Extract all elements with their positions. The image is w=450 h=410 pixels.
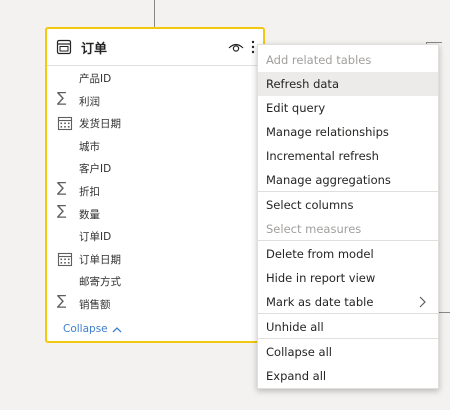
menu-item-collapse-all[interactable]: Collapse all xyxy=(258,340,438,364)
menu-separator xyxy=(258,191,438,192)
field-row[interactable]: ∑ 利润 xyxy=(47,90,263,113)
menu-item-expand-all[interactable]: Expand all xyxy=(258,364,438,388)
sigma-icon: ∑ xyxy=(57,89,67,106)
field-row[interactable]: 发货日期 xyxy=(47,112,263,135)
menu-item-mark-as-date-table[interactable]: Mark as date table xyxy=(258,290,438,314)
field-label: 利润 xyxy=(79,95,100,108)
menu-item-label: Mark as date table xyxy=(266,295,374,309)
menu-item-delete-from-model[interactable]: Delete from model xyxy=(258,242,438,266)
menu-item-label: Refresh data xyxy=(266,77,339,91)
menu-item-label: Expand all xyxy=(266,369,327,383)
menu-separator xyxy=(258,338,438,339)
chevron-right-icon xyxy=(419,296,426,308)
field-row[interactable]: 订单日期 xyxy=(47,248,263,271)
menu-item-select-columns[interactable]: Select columns xyxy=(258,193,438,217)
table-card-header[interactable]: 订单 xyxy=(47,29,263,66)
menu-item-label: Edit query xyxy=(266,101,326,115)
menu-item-label: Unhide all xyxy=(266,320,324,334)
field-row[interactable]: 城市 xyxy=(47,135,263,158)
field-label: 订单日期 xyxy=(79,253,121,266)
chevron-up-icon xyxy=(112,326,122,332)
field-label: 订单ID xyxy=(79,231,112,244)
menu-item-label: Collapse all xyxy=(266,345,332,359)
field-label: 城市 xyxy=(79,140,100,153)
field-label: 折扣 xyxy=(79,185,100,198)
menu-item-incremental-refresh[interactable]: Incremental refresh xyxy=(258,144,438,168)
table-title: 订单 xyxy=(81,42,108,57)
calendar-icon xyxy=(57,117,73,131)
menu-item-label: Delete from model xyxy=(266,247,374,261)
calendar-icon xyxy=(57,252,73,266)
field-row[interactable]: 邮寄方式 xyxy=(47,270,263,293)
menu-item-edit-query[interactable]: Edit query xyxy=(258,96,438,120)
menu-item-label: Manage aggregations xyxy=(266,173,391,187)
menu-item-label: Select columns xyxy=(266,198,354,212)
menu-item-unhide-all[interactable]: Unhide all xyxy=(258,315,438,339)
field-label: 数量 xyxy=(79,208,100,221)
collapse-link[interactable]: Collapse xyxy=(63,323,122,335)
field-row[interactable]: ∑ 数量 xyxy=(47,203,263,226)
field-label: 发货日期 xyxy=(79,118,121,131)
eye-icon[interactable] xyxy=(228,40,244,54)
menu-item-manage-aggregations[interactable]: Manage aggregations xyxy=(258,168,438,192)
table-card[interactable]: 订单 产品ID ∑ 利润发货日期城市客户ID ∑ 折扣 ∑ 数量订单ID 订单日期邮寄方式 ∑ 销… xyxy=(45,27,265,343)
menu-item-label: Select measures xyxy=(266,222,362,236)
sigma-icon: ∑ xyxy=(57,292,67,309)
more-options-icon[interactable] xyxy=(249,39,257,55)
sigma-icon: ∑ xyxy=(57,202,67,219)
menu-item-label: Incremental refresh xyxy=(266,149,379,163)
menu-item-label: Add related tables xyxy=(266,53,372,67)
field-label: 客户ID xyxy=(79,163,112,176)
collapse-label: Collapse xyxy=(63,323,108,335)
relationship-line xyxy=(154,0,155,27)
field-label: 产品ID xyxy=(79,73,112,85)
field-row[interactable]: 产品ID xyxy=(47,67,263,90)
field-row[interactable]: ∑ 折扣 xyxy=(47,180,263,203)
menu-item-select-measures: Select measures xyxy=(258,217,438,241)
field-label: 销售额 xyxy=(79,298,111,311)
menu-item-hide-in-report-view[interactable]: Hide in report view xyxy=(258,266,438,290)
field-list: 产品ID ∑ 利润发货日期城市客户ID ∑ 折扣 ∑ 数量订单ID 订单日期邮寄方式 ∑ 销售额 xyxy=(47,67,263,316)
field-row[interactable]: ∑ 销售额 xyxy=(47,293,263,316)
menu-item-label: Manage relationships xyxy=(266,125,389,139)
table-icon xyxy=(56,39,72,55)
menu-separator xyxy=(258,240,438,241)
menu-item-refresh-data[interactable]: Refresh data xyxy=(258,72,438,96)
field-row[interactable]: 订单ID xyxy=(47,225,263,248)
sigma-icon: ∑ xyxy=(57,179,67,196)
menu-item-manage-relationships[interactable]: Manage relationships xyxy=(258,120,438,144)
field-row[interactable]: 客户ID xyxy=(47,157,263,180)
field-label: 邮寄方式 xyxy=(79,276,121,289)
menu-separator xyxy=(258,313,438,314)
relationship-line xyxy=(426,42,442,43)
context-menu: Add related tables Refresh data Edit query… xyxy=(257,44,439,389)
menu-item-add-related-tables: Add related tables xyxy=(258,48,438,72)
menu-item-label: Hide in report view xyxy=(266,271,376,285)
